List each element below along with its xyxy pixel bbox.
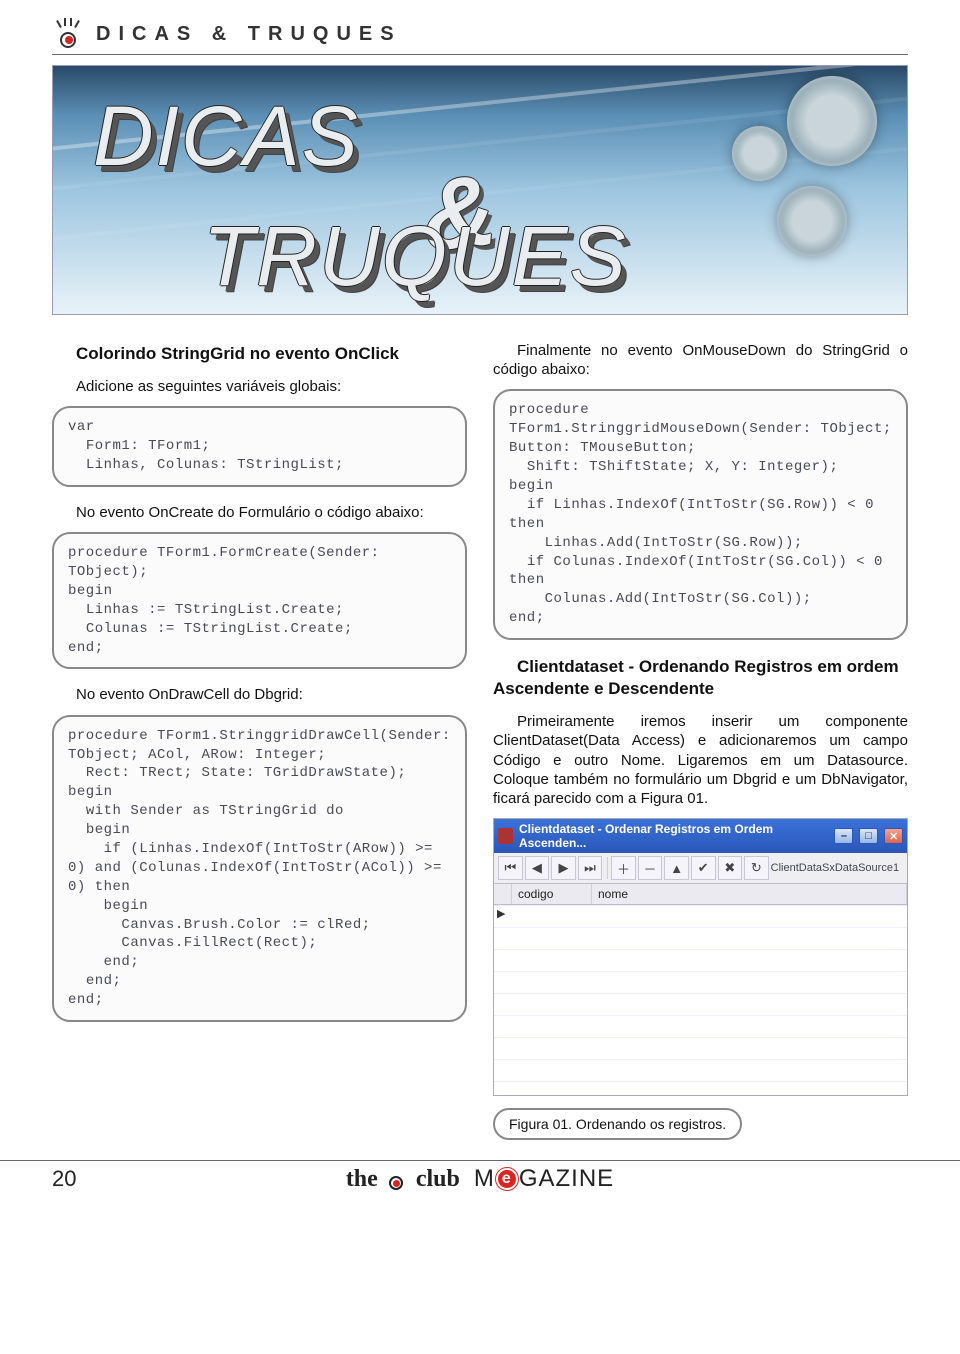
col-codigo[interactable]: codigo	[512, 884, 592, 904]
dbgrid-body[interactable]: ▶	[494, 905, 907, 1095]
code-var-globals: var Form1: TForm1; Linhas, Colunas: TStr…	[52, 406, 467, 487]
banner-word-truques: TRUQUES	[203, 208, 628, 305]
nav-edit-button[interactable]: ▲	[664, 856, 689, 880]
dbgrid-header: codigo nome	[494, 884, 907, 905]
current-row-indicator-icon: ▶	[497, 907, 505, 920]
close-button[interactable]: ✕	[884, 828, 903, 844]
page-footer: 20 the club M e GAZINE	[0, 1161, 960, 1193]
para-oncreate: No evento OnCreate do Formulário o códig…	[52, 503, 467, 522]
footer-the: the	[346, 1166, 378, 1193]
header-rule	[52, 54, 908, 55]
figure-title: Clientdataset - Ordenar Registros em Ord…	[519, 822, 823, 850]
para-add-globals: Adicione as seguintes variáveis globais:	[52, 377, 467, 396]
heading-clientdataset-sort: Clientdataset - Ordenando Registros em o…	[493, 656, 908, 700]
left-column: Colorindo StringGrid no evento OnClick A…	[52, 337, 467, 1140]
nav-cancel-button[interactable]: ✖	[718, 856, 743, 880]
header-title: DICAS & TRUQUES	[96, 23, 402, 46]
para-ondrawcell: No evento OnDrawCell do Dbgrid:	[52, 685, 467, 704]
footer-mag-m: M	[474, 1165, 495, 1193]
banner: DICAS & TRUQUES	[52, 65, 908, 315]
code-formcreate: procedure TForm1.FormCreate(Sender: TObj…	[52, 532, 467, 669]
para-clientdataset-setup: Primeiramente iremos inserir um componen…	[493, 712, 908, 808]
footer-mag-e-badge-icon: e	[496, 1168, 518, 1190]
footer-club: club	[416, 1166, 460, 1193]
figure-caption: Figura 01. Ordenando os registros.	[493, 1108, 742, 1140]
figure-window: Clientdataset - Ordenar Registros em Ord…	[493, 818, 908, 1096]
figure-titlebar: Clientdataset - Ordenar Registros em Ord…	[494, 819, 907, 853]
nav-insert-button[interactable]: ＋	[611, 856, 636, 880]
right-column: Finalmente no evento OnMouseDown do Stri…	[493, 337, 908, 1140]
code-mousedown: procedure TForm1.StringgridMouseDown(Sen…	[493, 389, 908, 640]
dbnavigator-toolbar: ⏮ ◀ ▶ ⏭ ＋ － ▲ ✔ ✖ ↻ ClientDataSxDataSour…	[494, 853, 907, 884]
nav-delete-button[interactable]: －	[638, 856, 663, 880]
nav-prev-button[interactable]: ◀	[525, 856, 550, 880]
maximize-button[interactable]: □	[859, 828, 878, 844]
para-onmousedown: Finalmente no evento OnMouseDown do Stri…	[493, 341, 908, 379]
banner-word-dicas: DICAS	[93, 88, 360, 185]
nav-next-button[interactable]: ▶	[551, 856, 576, 880]
footer-eye-icon	[384, 1168, 410, 1190]
nav-first-button[interactable]: ⏮	[498, 856, 523, 880]
minimize-button[interactable]: –	[834, 828, 853, 844]
nav-last-button[interactable]: ⏭	[578, 856, 603, 880]
code-drawcell: procedure TForm1.StringgridDrawCell(Send…	[52, 715, 467, 1022]
datasource-label: ClientDataSxDataSource1	[771, 862, 903, 874]
logo-eye-icon	[52, 20, 84, 48]
heading-stringgrid-onclick: Colorindo StringGrid no evento OnClick	[52, 343, 467, 365]
footer-mag-rest: GAZINE	[519, 1165, 614, 1193]
page-header: DICAS & TRUQUES	[52, 20, 908, 48]
col-nome[interactable]: nome	[592, 884, 907, 904]
nav-post-button[interactable]: ✔	[691, 856, 716, 880]
delphi-icon	[498, 828, 513, 844]
footer-magazine: M e GAZINE	[474, 1165, 614, 1193]
page-number: 20	[52, 1166, 92, 1192]
nav-refresh-button[interactable]: ↻	[744, 856, 769, 880]
